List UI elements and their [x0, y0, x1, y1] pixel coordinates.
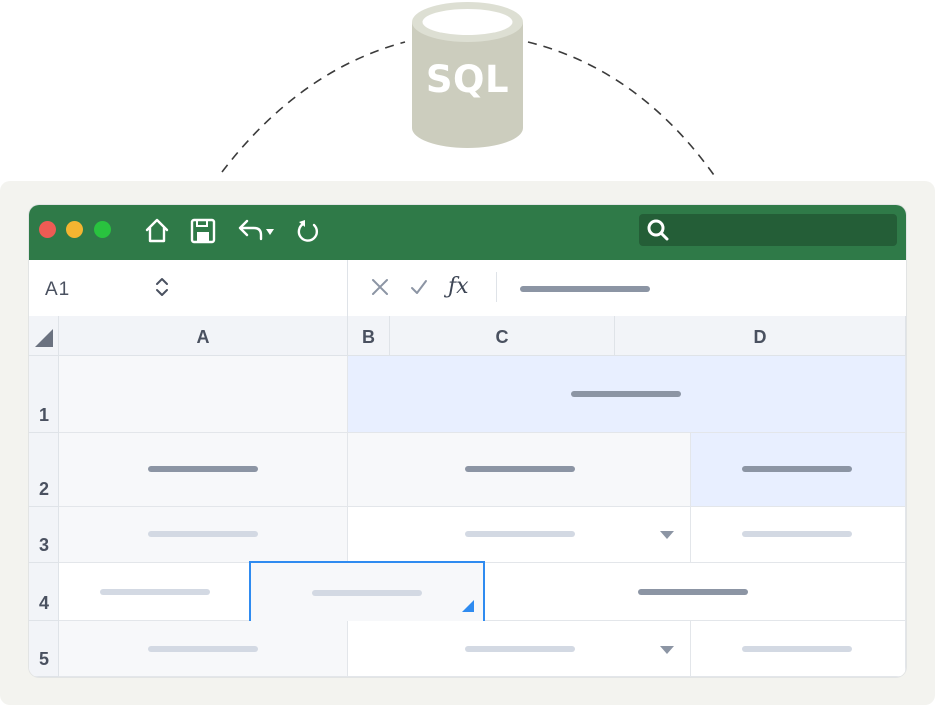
- cell-d2[interactable]: [691, 433, 906, 507]
- spreadsheet-grid: A B C D 1 2 3 4 5: [29, 316, 906, 677]
- redo-icon[interactable]: [293, 216, 323, 246]
- formula-area: ƒx: [348, 260, 906, 316]
- cell-a3[interactable]: [59, 507, 348, 563]
- undo-icon[interactable]: [234, 216, 276, 246]
- cell-value-bar: [742, 466, 852, 472]
- close-button[interactable]: [39, 221, 56, 238]
- function-button[interactable]: ƒx: [448, 274, 469, 299]
- cell-c4-merged[interactable]: [484, 563, 906, 621]
- cell-value-bar: [742, 531, 852, 537]
- column-header-a[interactable]: A: [59, 316, 348, 356]
- row-header-2[interactable]: 2: [29, 433, 59, 507]
- column-header-b[interactable]: B: [348, 316, 390, 356]
- cell-a5[interactable]: [59, 621, 348, 677]
- row-header-3[interactable]: 3: [29, 507, 59, 563]
- close-icon[interactable]: [370, 277, 390, 297]
- maximize-button[interactable]: [94, 221, 111, 238]
- name-box[interactable]: A1: [29, 260, 348, 316]
- search-input[interactable]: [639, 214, 897, 246]
- dropdown-arrow-icon[interactable]: [660, 531, 674, 539]
- formula-content-bar[interactable]: [520, 286, 650, 292]
- active-cell[interactable]: [249, 561, 485, 623]
- row-header-4[interactable]: 4: [29, 563, 59, 621]
- check-icon[interactable]: [409, 277, 429, 297]
- cell-d3[interactable]: [691, 507, 906, 563]
- row-header-1[interactable]: 1: [29, 356, 59, 433]
- cell-value-bar: [742, 646, 852, 652]
- cell-value-bar: [465, 466, 575, 472]
- cell-b2[interactable]: [348, 433, 691, 507]
- search-icon: [647, 219, 669, 241]
- cell-value-bar: [638, 589, 748, 595]
- cell-a4[interactable]: [59, 563, 250, 621]
- minimize-button[interactable]: [66, 221, 83, 238]
- cell-b5[interactable]: [348, 621, 691, 677]
- column-header-c[interactable]: C: [390, 316, 615, 356]
- cell-value-bar: [100, 589, 210, 595]
- save-icon[interactable]: [188, 216, 218, 246]
- chevron-updown-icon[interactable]: [155, 276, 169, 298]
- toolbar: [29, 205, 906, 260]
- cell-value-bar: [148, 466, 258, 472]
- cell-b1-merged[interactable]: [348, 356, 906, 433]
- select-all-corner[interactable]: [29, 316, 59, 356]
- dropdown-arrow-icon[interactable]: [660, 646, 674, 654]
- cell-reference: A1: [45, 279, 71, 300]
- cell-value-bar: [312, 590, 422, 596]
- cell-value-bar: [148, 646, 258, 652]
- cell-value-bar: [571, 391, 681, 397]
- cell-a1[interactable]: [59, 356, 348, 433]
- cell-b3[interactable]: [348, 507, 691, 563]
- column-header-d[interactable]: D: [615, 316, 906, 356]
- separator: [496, 272, 497, 302]
- cell-value-bar: [465, 646, 575, 652]
- database-label: SQL: [425, 58, 510, 101]
- cell-value-bar: [465, 531, 575, 537]
- row-header-5[interactable]: 5: [29, 621, 59, 677]
- spreadsheet-window: A1 ƒx A B C D 1 2 3 4 5: [29, 205, 906, 677]
- formula-bar: A1 ƒx: [29, 260, 906, 317]
- cell-d5[interactable]: [691, 621, 906, 677]
- cell-value-bar: [148, 531, 258, 537]
- fill-handle[interactable]: [462, 600, 474, 612]
- home-icon[interactable]: [142, 216, 172, 246]
- cell-a2[interactable]: [59, 433, 348, 507]
- corner-triangle-icon: [35, 329, 53, 347]
